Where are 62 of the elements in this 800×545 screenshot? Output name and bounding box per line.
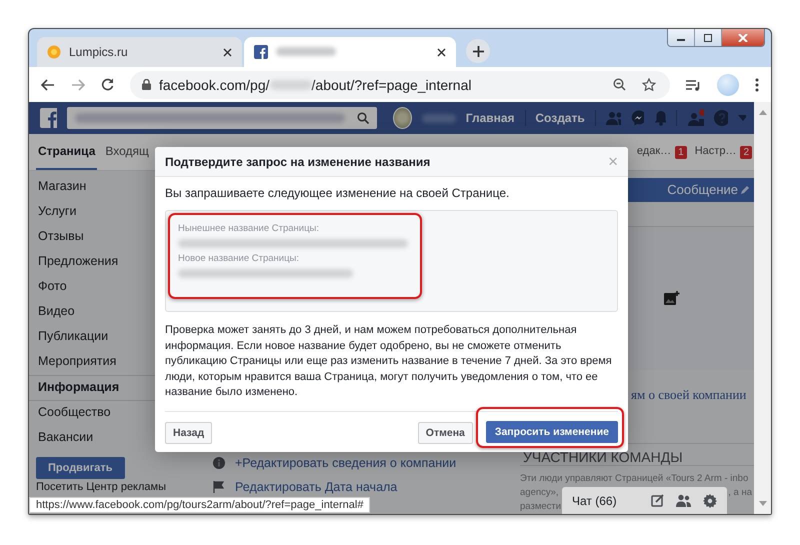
pencil-icon (741, 185, 750, 194)
close-icon[interactable] (437, 48, 446, 56)
count-badge: 2 (740, 146, 752, 158)
plus-icon (472, 46, 484, 56)
info-icon (213, 457, 225, 469)
nav-link[interactable]: Создать (535, 111, 585, 125)
status-url: https://www.facebook.com/pg/tours2arm/about/?ref=page_internal# (29, 497, 370, 513)
team-text: agency», (520, 486, 559, 500)
team-text: Эти люди управляют Страницей «Tours 2 Arm - inbo (520, 472, 748, 486)
dialog-title: Подтвердите запрос на изменение названия (165, 154, 432, 168)
team-text: , а на (728, 486, 752, 500)
facebook-icon (254, 45, 268, 59)
reload-icon[interactable] (101, 78, 114, 91)
add-photo-icon[interactable] (664, 291, 680, 306)
new-tab-button[interactable] (466, 39, 490, 63)
ad-center-link[interactable]: Посетить Центр рекламы (29, 479, 166, 493)
search-field[interactable] (66, 107, 377, 129)
edit-link[interactable]: Редактировать Дата начала (235, 480, 398, 494)
chat-label: Чат (66) (572, 494, 617, 508)
compose-icon[interactable] (651, 494, 664, 507)
close-icon[interactable] (223, 48, 232, 56)
star-icon[interactable] (642, 78, 656, 91)
messenger-icon[interactable] (630, 110, 644, 126)
field-label: Новое название Страницы: (178, 253, 300, 264)
promote-button[interactable]: Продвигать (36, 457, 125, 479)
close-button[interactable] (722, 29, 764, 46)
facebook-logo-icon[interactable] (40, 108, 57, 128)
menu-icon[interactable] (755, 78, 759, 92)
site-icon (47, 45, 61, 59)
people-icon[interactable] (676, 494, 691, 507)
page-tab[interactable]: Настр… (694, 135, 736, 169)
dialog-text: Вы запрашиваете следующее изменение на своей Странице. (165, 186, 510, 200)
back-button[interactable]: Назад (165, 422, 212, 444)
lock-icon (142, 79, 151, 90)
blurred-text (422, 114, 456, 122)
submit-button[interactable]: Запросить изменение (486, 420, 618, 442)
browser-tab[interactable] (244, 37, 456, 67)
address-bar[interactable]: facebook.com/pg/ /about/?ref=page_internal (130, 70, 670, 98)
zoom-out-icon[interactable] (613, 78, 626, 91)
count-badge: 1 (675, 146, 687, 158)
edit-link[interactable]: +Редактировать сведения о компании (235, 456, 456, 470)
playlist-icon[interactable] (686, 78, 701, 90)
cancel-button[interactable]: Отмена (418, 422, 473, 444)
about-link[interactable]: ям о своей компании (631, 387, 754, 403)
flag-icon (213, 481, 225, 493)
browser-tab[interactable]: Lumpics.ru (37, 37, 242, 67)
page-avatar[interactable] (392, 107, 412, 129)
minimize-button[interactable] (668, 29, 695, 46)
team-text: размести (520, 500, 562, 514)
blurred-text (270, 80, 312, 90)
blurred-text (276, 47, 336, 56)
back-icon[interactable] (41, 78, 55, 90)
search-icon[interactable] (356, 112, 369, 124)
page-tab[interactable]: едак… (636, 135, 672, 169)
close-icon (738, 34, 748, 42)
field-label: Нынешнее название Страницы: (178, 223, 320, 234)
maximize-icon (703, 34, 713, 42)
page-tab[interactable]: Входящ (103, 134, 151, 170)
maximize-button[interactable] (695, 29, 722, 46)
chat-bar[interactable]: Чат (66) (562, 487, 727, 514)
nav-link[interactable]: Главная (466, 111, 515, 125)
settings-icon[interactable] (703, 494, 717, 508)
